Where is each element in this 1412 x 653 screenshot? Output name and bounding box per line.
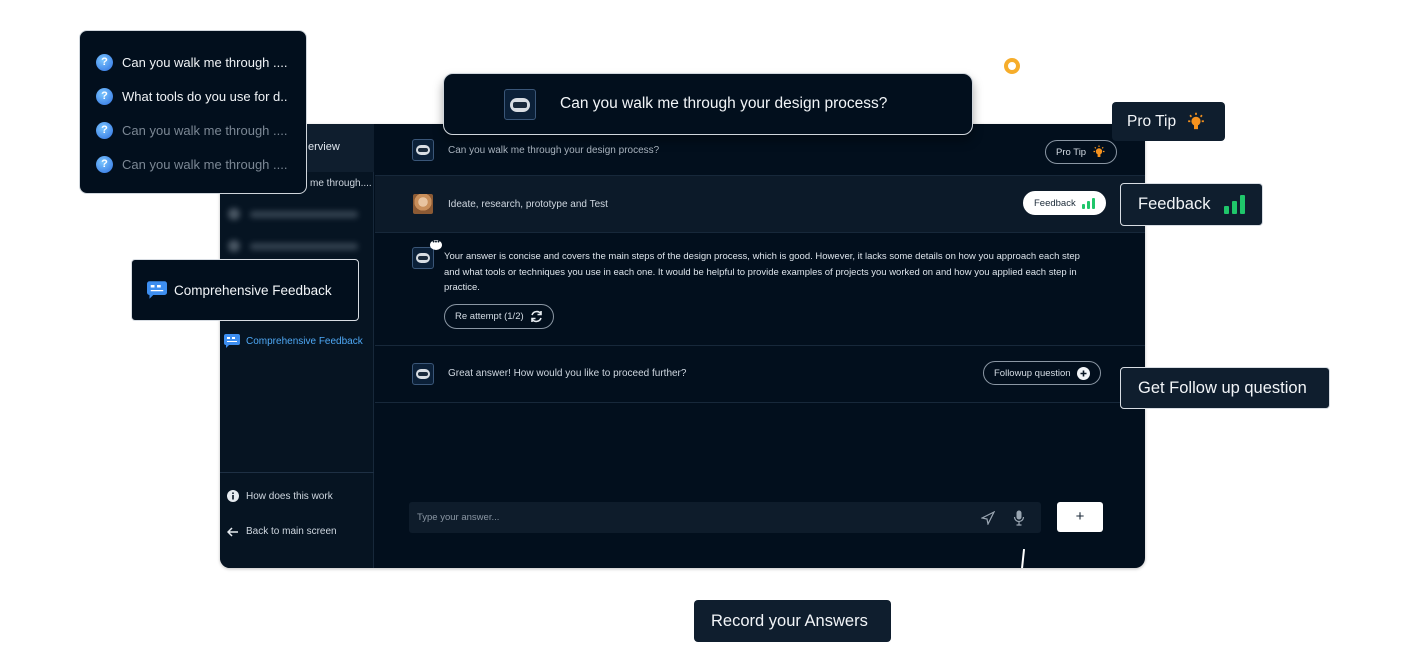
sidebar-item-blurred[interactable] — [228, 240, 368, 254]
question-list-item[interactable]: ? What tools do you use for d.. — [96, 79, 306, 113]
follow-up-callout-label: Get Follow up question — [1138, 378, 1307, 397]
decorative-ring — [1004, 58, 1020, 74]
question-list-popover: ? Can you walk me through .... ? What to… — [79, 30, 307, 194]
sidebar-footer: How does this work Back to main screen — [220, 472, 374, 537]
followup-question-label: Followup question — [994, 367, 1071, 379]
arrow-left-icon — [227, 526, 238, 537]
question-mark-icon: ? — [96, 155, 113, 173]
hero-question-text: Can you walk me through your design proc… — [560, 95, 888, 112]
question-list-item[interactable]: ? Can you walk me through .... — [96, 147, 306, 181]
feedback-callout: Feedback — [1120, 183, 1263, 226]
feedback-button[interactable]: Feedback — [1023, 191, 1106, 215]
back-to-main-screen-link[interactable]: Back to main screen — [227, 526, 337, 537]
info-icon — [227, 490, 239, 502]
bot-avatar-icon — [504, 89, 536, 120]
microphone-icon[interactable] — [1013, 510, 1025, 526]
bot-avatar-icon — [412, 247, 434, 269]
feedback-text: Your answer is concise and covers the ma… — [444, 251, 1080, 293]
question-mark-icon: ? — [96, 87, 113, 105]
question-list-item-label: Can you walk me through .... — [122, 156, 288, 172]
lightbulb-icon — [1188, 112, 1204, 129]
send-icon[interactable] — [981, 511, 995, 525]
sidebar-item-comprehensive-feedback[interactable]: Comprehensive Feedback — [224, 334, 363, 348]
question-list-item-label: Can you walk me through .... — [122, 54, 288, 70]
answer-text: Ideate, research, prototype and Test — [448, 199, 608, 210]
sidebar-item-label: Comprehensive Feedback — [246, 335, 363, 347]
pro-tip-label: Pro Tip — [1056, 146, 1087, 158]
question-list-item[interactable]: ? Can you walk me through .... — [96, 45, 306, 79]
question-mark-icon: ? — [96, 121, 113, 139]
back-to-main-screen-label: Back to main screen — [246, 526, 337, 537]
sidebar-item-label: me through.... — [310, 178, 372, 189]
chat-row-followup: Great answer! How would you like to proc… — [375, 346, 1145, 403]
signal-bars-icon — [1224, 195, 1246, 214]
comprehensive-feedback-callout: Comprehensive Feedback — [131, 259, 359, 321]
answer-input[interactable] — [409, 502, 949, 533]
add-button[interactable]: + — [1057, 502, 1103, 532]
feedback-label: Feedback — [1034, 197, 1076, 209]
pro-tip-callout-label: Pro Tip — [1127, 112, 1177, 130]
bot-avatar-icon — [412, 139, 434, 161]
question-mark-icon: ? — [96, 53, 113, 71]
followup-prompt-text: Great answer! How would you like to proc… — [448, 368, 687, 379]
question-list-item-label: What tools do you use for d.. — [122, 88, 288, 104]
feedback-chat-icon — [224, 334, 240, 348]
question-list-item-label: Can you walk me through .... — [122, 122, 288, 138]
follow-up-callout: Get Follow up question — [1120, 367, 1330, 409]
pro-tip-button[interactable]: Pro Tip — [1045, 140, 1118, 164]
interview-app-window: erview me through.... Comprehensive Feed… — [220, 124, 1145, 568]
plus-circle-icon — [1076, 366, 1090, 380]
hero-question-card: Can you walk me through your design proc… — [443, 73, 973, 135]
typing-bubble-icon: ••• — [430, 239, 442, 250]
user-avatar — [413, 194, 433, 214]
feedback-callout-label: Feedback — [1138, 195, 1211, 213]
how-does-this-work-link[interactable]: How does this work — [227, 490, 333, 502]
callout-pointer-line — [1020, 548, 1026, 568]
record-answers-callout: Record your Answers — [694, 600, 891, 642]
lightbulb-icon — [1093, 145, 1105, 157]
question-text: Can you walk me through your design proc… — [448, 145, 660, 156]
pro-tip-callout: Pro Tip — [1112, 102, 1225, 141]
record-answers-callout-label: Record your Answers — [711, 611, 868, 630]
how-does-this-work-label: How does this work — [246, 490, 333, 502]
followup-question-button[interactable]: Followup question — [983, 361, 1101, 385]
retry-icon — [530, 310, 542, 323]
sidebar-header-title: erview — [308, 141, 340, 153]
bot-avatar-icon — [412, 363, 434, 385]
reattempt-button[interactable]: Re attempt (1/2) — [444, 304, 554, 329]
sidebar-item-blurred[interactable] — [228, 208, 368, 222]
chat-row-answer: Ideate, research, prototype and Test Fee… — [375, 176, 1145, 233]
answer-input-container — [409, 502, 1041, 533]
chat-row-feedback: ••• Your answer is concise and covers th… — [375, 233, 1145, 346]
comprehensive-feedback-callout-label: Comprehensive Feedback — [174, 282, 332, 298]
chat-panel: Can you walk me through your design proc… — [375, 124, 1145, 568]
feedback-chat-icon — [147, 281, 167, 299]
signal-bars-icon — [1081, 197, 1095, 209]
question-list-item[interactable]: ? Can you walk me through .... — [96, 113, 306, 147]
reattempt-label: Re attempt (1/2) — [455, 311, 524, 322]
